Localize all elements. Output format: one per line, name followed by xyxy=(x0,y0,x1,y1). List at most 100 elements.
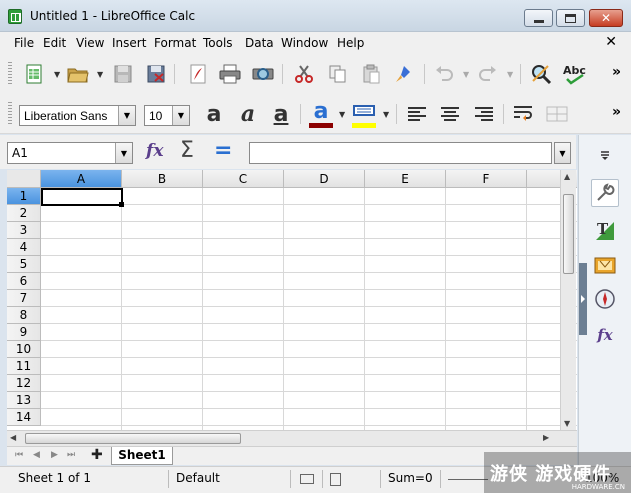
export-icon[interactable] xyxy=(144,62,168,86)
gallery-icon[interactable] xyxy=(591,251,619,279)
menu-view[interactable]: View xyxy=(76,36,104,50)
sum-icon[interactable]: Σ xyxy=(180,138,194,163)
chevron-down-icon[interactable]: ▼ xyxy=(172,106,189,125)
spellcheck-icon[interactable]: Abc xyxy=(562,62,588,86)
menu-format[interactable]: Format xyxy=(154,36,196,50)
open-dropdown-icon[interactable]: ▼ xyxy=(97,70,103,79)
toolbar-grip[interactable] xyxy=(8,62,12,86)
export-pdf-icon[interactable] xyxy=(186,62,210,86)
menu-window[interactable]: Window xyxy=(281,36,328,50)
print-preview-icon[interactable] xyxy=(251,62,275,86)
active-cell-cursor[interactable] xyxy=(41,188,123,206)
navigator-icon[interactable] xyxy=(591,285,619,313)
align-left-icon[interactable] xyxy=(405,102,429,126)
row-header-4[interactable]: 4 xyxy=(7,239,41,256)
open-folder-icon[interactable] xyxy=(66,62,90,86)
merge-cells-icon[interactable] xyxy=(545,102,569,126)
formula-input[interactable] xyxy=(249,142,552,164)
function-wizard-icon[interactable]: fx xyxy=(146,141,163,161)
scroll-right-icon[interactable]: ▶ xyxy=(543,433,549,442)
expand-formula-bar-icon[interactable]: ▼ xyxy=(554,142,571,164)
row-header-9[interactable]: 9 xyxy=(7,324,41,341)
scroll-left-icon[interactable]: ◀ xyxy=(10,433,16,442)
spreadsheet-grid[interactable]: ABCDEFG1234567891011121314 xyxy=(7,170,577,430)
formula-icon[interactable]: = xyxy=(214,138,232,163)
page-style[interactable]: Default xyxy=(176,471,220,485)
row-header-6[interactable]: 6 xyxy=(7,273,41,290)
copy-icon[interactable] xyxy=(326,62,350,86)
row-header-14[interactable]: 14 xyxy=(7,409,41,426)
vertical-scrollbar[interactable]: ▲ ▼ xyxy=(560,170,576,430)
bold-icon[interactable]: a xyxy=(202,102,226,127)
autofill-handle[interactable] xyxy=(119,202,124,207)
undo-icon[interactable] xyxy=(432,62,456,86)
redo-icon[interactable] xyxy=(476,62,500,86)
menu-data[interactable]: Data xyxy=(245,36,274,50)
styles-icon[interactable]: T xyxy=(591,217,619,245)
vertical-scroll-thumb[interactable] xyxy=(563,194,574,274)
print-icon[interactable] xyxy=(218,62,242,86)
functions-icon[interactable]: fx xyxy=(591,321,619,349)
save-icon[interactable] xyxy=(111,62,135,86)
menu-tools[interactable]: Tools xyxy=(203,36,233,50)
wrap-text-icon[interactable] xyxy=(512,102,536,126)
row-header-12[interactable]: 12 xyxy=(7,375,41,392)
row-header-10[interactable]: 10 xyxy=(7,341,41,358)
row-header-13[interactable]: 13 xyxy=(7,392,41,409)
minimize-button[interactable] xyxy=(524,9,553,27)
name-box[interactable]: A1 ▼ xyxy=(7,142,133,164)
find-replace-icon[interactable] xyxy=(529,62,553,86)
new-document-icon[interactable] xyxy=(22,62,46,86)
horizontal-scrollbar[interactable]: ◀ ▶ xyxy=(7,430,577,446)
align-right-icon[interactable] xyxy=(472,102,496,126)
menu-file[interactable]: File xyxy=(14,36,34,50)
chevron-down-icon[interactable]: ▼ xyxy=(115,143,132,163)
italic-icon[interactable]: a xyxy=(236,101,260,127)
align-center-icon[interactable] xyxy=(438,102,462,126)
close-window-button[interactable]: ✕ xyxy=(589,9,623,27)
zoom-slider[interactable] xyxy=(448,479,488,480)
sidebar-menu-icon[interactable] xyxy=(591,141,619,169)
close-document-icon[interactable]: ✕ xyxy=(605,34,617,50)
first-sheet-icon[interactable]: ⏮ xyxy=(15,450,23,460)
last-sheet-icon[interactable]: ⏭ xyxy=(67,450,75,460)
column-header-d[interactable]: D xyxy=(284,170,365,188)
row-header-7[interactable]: 7 xyxy=(7,290,41,307)
column-header-b[interactable]: B xyxy=(122,170,203,188)
sidebar-collapse-handle[interactable] xyxy=(579,263,587,335)
properties-icon[interactable] xyxy=(591,179,619,207)
new-dropdown-icon[interactable]: ▼ xyxy=(54,70,60,79)
column-header-f[interactable]: F xyxy=(446,170,527,188)
previous-sheet-icon[interactable]: ◀ xyxy=(33,450,40,460)
highlight-dropdown-icon[interactable]: ▼ xyxy=(383,110,389,119)
add-sheet-icon[interactable]: ✚ xyxy=(91,447,103,463)
clone-formatting-icon[interactable] xyxy=(392,62,416,86)
redo-dropdown-icon[interactable]: ▼ xyxy=(507,70,513,79)
font-color-dropdown-icon[interactable]: ▼ xyxy=(339,110,345,119)
sheet-tab[interactable]: Sheet1 xyxy=(111,447,173,465)
scroll-up-icon[interactable]: ▲ xyxy=(564,172,570,181)
horizontal-scroll-thumb[interactable] xyxy=(25,433,241,444)
toolbar-overflow-icon[interactable]: » xyxy=(612,64,621,80)
row-header-1[interactable]: 1 xyxy=(7,188,41,205)
row-header-11[interactable]: 11 xyxy=(7,358,41,375)
menu-insert[interactable]: Insert xyxy=(112,36,146,50)
paste-icon[interactable] xyxy=(359,62,383,86)
cut-icon[interactable] xyxy=(292,62,316,86)
column-header-a[interactable]: A xyxy=(41,170,122,188)
maximize-button[interactable] xyxy=(556,9,585,27)
insert-mode-icon[interactable] xyxy=(300,474,314,484)
toolbar-overflow-icon[interactable]: » xyxy=(612,104,621,120)
select-all-corner[interactable] xyxy=(7,170,41,188)
scroll-down-icon[interactable]: ▼ xyxy=(564,419,570,428)
row-header-5[interactable]: 5 xyxy=(7,256,41,273)
document-modified-icon[interactable] xyxy=(330,473,341,486)
underline-icon[interactable]: a xyxy=(269,102,293,127)
next-sheet-icon[interactable]: ▶ xyxy=(51,450,58,460)
row-header-2[interactable]: 2 xyxy=(7,205,41,222)
font-name-combo[interactable]: Liberation Sans ▼ xyxy=(19,105,136,126)
toolbar-grip[interactable] xyxy=(8,102,12,126)
column-header-e[interactable]: E xyxy=(365,170,446,188)
chevron-down-icon[interactable]: ▼ xyxy=(118,106,135,125)
font-size-combo[interactable]: 10 ▼ xyxy=(144,105,190,126)
